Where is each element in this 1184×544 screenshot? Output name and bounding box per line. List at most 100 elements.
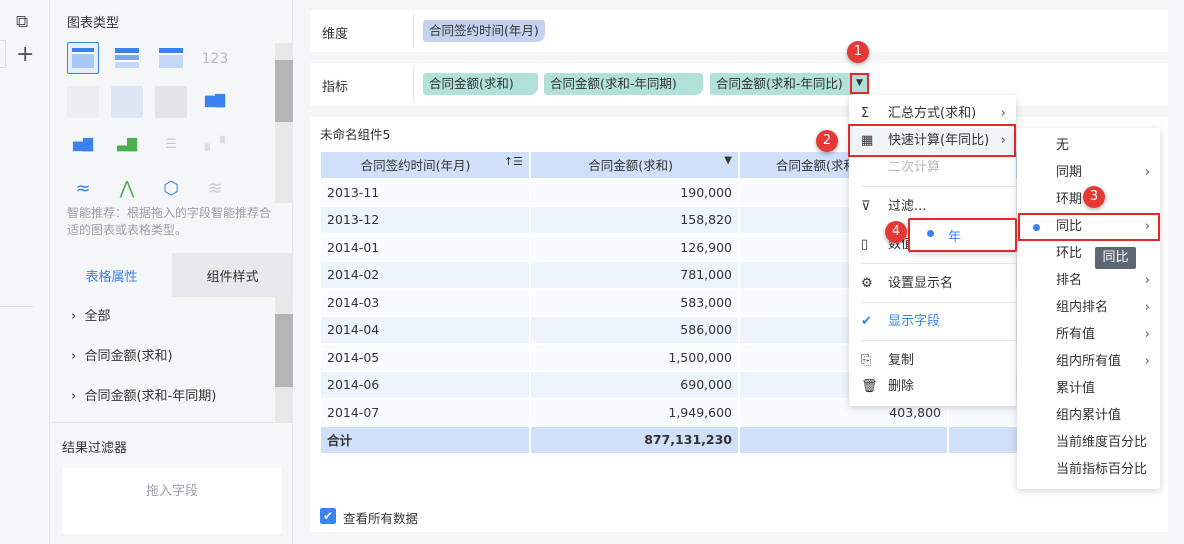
chevron-right-icon: › — [1144, 354, 1150, 369]
filter-drop-zone[interactable]: 拖入字段 — [62, 467, 282, 534]
menu-item-year[interactable]: 年 — [948, 226, 961, 245]
chevron-right-icon: › — [1144, 327, 1150, 342]
sort-icon[interactable]: ↑☰ — [504, 155, 523, 168]
submenu-item[interactable]: 排名 › — [1017, 268, 1160, 294]
submenu-item[interactable]: 无 — [1017, 133, 1160, 159]
submenu-label: 组内排名 — [1056, 300, 1109, 315]
submenu-item[interactable]: 环比 — [1017, 241, 1160, 267]
total-cell: 877,131,230 — [531, 427, 738, 453]
add-icon[interactable]: + — [16, 42, 34, 67]
total-cell: 合计 — [321, 427, 529, 453]
property-tabs: 表格属性 组件样式 — [51, 253, 293, 297]
submenu-item[interactable]: 组内所有值 › — [1017, 349, 1160, 375]
show-all-label: 查看所有数据 — [343, 511, 419, 526]
table-cell: 2014-03 — [321, 289, 529, 315]
grouped-bar-icon[interactable]: ▃▇ — [111, 130, 143, 162]
menu-copy[interactable]: ⎘ 复制 — [849, 348, 1016, 374]
submenu-label: 组内累计值 — [1056, 408, 1122, 423]
submenu-item[interactable]: 所有值 › — [1017, 322, 1160, 348]
tooltip: 同比 — [1095, 247, 1136, 269]
header-label: 合同签约时间(年月) — [360, 158, 471, 174]
submenu-item[interactable]: 当前指标百分比 — [1017, 457, 1160, 483]
dimension-pill[interactable]: 合同签约时间(年月) — [423, 20, 545, 42]
bar-rank-icon[interactable]: ☰ — [155, 130, 187, 162]
table-cell: 690,000 — [531, 372, 738, 398]
props-scrollbar[interactable] — [275, 297, 293, 422]
total-cell — [740, 427, 947, 453]
menu-label: 过滤... — [888, 199, 927, 214]
table-cell: 2013-11 — [321, 179, 529, 205]
pill-dropdown-button[interactable]: ▼ — [850, 73, 869, 94]
line-chart-icon[interactable]: ≈ — [67, 174, 99, 206]
selected-dot-icon — [927, 230, 934, 237]
table-cell: 126,900 — [531, 234, 738, 260]
detail-table-icon[interactable] — [155, 42, 187, 74]
step-icon[interactable]: ▖▝ — [199, 130, 231, 162]
trash-icon: 🗑 — [861, 379, 878, 394]
chevron-right-icon: › — [1144, 165, 1150, 180]
submenu-item[interactable]: 同期 › — [1017, 160, 1160, 186]
stacked-bar-icon[interactable]: ▅▇ — [67, 130, 99, 162]
submenu-label: 所有值 — [1056, 327, 1096, 342]
check-icon: ✔ — [861, 314, 872, 329]
radar-icon[interactable]: ⬡ — [155, 174, 187, 206]
prop-item-sum[interactable]: › 合同金额(求和) — [71, 345, 173, 364]
chart-type-title: 图表类型 — [67, 16, 120, 31]
metric-row: 指标 合同金额(求和) 合同金额(求和-年同期) 合同金额(求和-年同比) ▼ — [310, 63, 1168, 106]
dimension-label: 维度 — [322, 27, 349, 42]
header-date[interactable]: 合同签约时间(年月) ↑☰ — [321, 152, 529, 178]
show-all-checkbox[interactable]: ✔ — [320, 508, 336, 524]
multi-bar-icon[interactable]: ▆▇ — [199, 86, 231, 118]
table-cell: 2014-07 — [321, 399, 529, 425]
step-badge-2: 2 — [816, 130, 838, 152]
text-table-icon[interactable] — [67, 86, 99, 118]
step-badge-3: 3 — [1083, 186, 1105, 208]
menu-show-field[interactable]: ✔ 显示字段 — [849, 309, 1016, 335]
prop-label: 合同金额(求和-年同期) — [84, 389, 217, 404]
result-filter-title: 结果过滤器 — [62, 441, 128, 456]
menu-label: 显示字段 — [888, 314, 941, 329]
left-rail: ⧉ + — [0, 0, 50, 544]
header-sum[interactable]: 合同金额(求和) ▼ — [531, 152, 738, 178]
divider — [861, 263, 1016, 264]
year-submenu: 年 — [908, 218, 1017, 252]
submenu-item[interactable]: 累计值 — [1017, 376, 1160, 402]
metric-pill-yoy[interactable]: 合同金额(求和-年同比) — [710, 73, 859, 95]
prop-item-all[interactable]: › 全部 — [71, 305, 110, 324]
quick-calc-submenu: 无同期 › 环期 同比 › 环比 排名 › 组内排名 › 所有值 › 组内所有值 › 累计值 组内累计值 当前维… — [1017, 128, 1160, 489]
divider — [861, 302, 1016, 303]
menu-delete[interactable]: 🗑 删除 — [849, 374, 1016, 400]
table-cell: 583,000 — [531, 289, 738, 315]
metric-pill[interactable]: 合同金额(求和) — [423, 73, 538, 95]
crosstab-chart-icon[interactable] — [67, 42, 99, 74]
submenu-item[interactable]: 组内累计值 — [1017, 403, 1160, 429]
map-icon[interactable] — [155, 86, 187, 118]
prop-item-yoy-period[interactable]: › 合同金额(求和-年同期) — [71, 385, 216, 404]
divider — [861, 340, 1016, 341]
switch-icon[interactable]: ⧉ — [16, 12, 28, 32]
tab-component-style[interactable]: 组件样式 — [172, 253, 293, 297]
menu-filter[interactable]: ⊽ 过滤... — [849, 194, 1016, 220]
kpi-card-icon[interactable]: 123 — [199, 44, 231, 76]
submenu-item[interactable]: 当前维度百分比 — [1017, 430, 1160, 456]
submenu-label: 环期 — [1056, 192, 1083, 207]
combo-line-icon[interactable]: ⋀ — [111, 174, 143, 206]
table-cell: 2014-05 — [321, 344, 529, 370]
submenu-label: 累计值 — [1056, 381, 1096, 396]
menu-set-display-name[interactable]: ⚙ 设置显示名 — [849, 271, 1016, 297]
area-chart-icon[interactable]: ≋ — [199, 174, 231, 206]
status-table-icon[interactable] — [111, 86, 143, 118]
dropdown-icon[interactable]: ▼ — [724, 155, 732, 166]
divider — [413, 14, 414, 48]
table-cell: 158,820 — [531, 207, 738, 233]
gear-icon: ⚙ — [861, 276, 873, 291]
group-table-icon[interactable] — [111, 42, 143, 74]
submenu-label: 同期 — [1056, 165, 1083, 180]
chart-type-scrollbar[interactable] — [275, 43, 293, 203]
divider — [0, 306, 33, 307]
metric-pill[interactable]: 合同金额(求和-年同期) — [544, 73, 703, 95]
tab-table-properties[interactable]: 表格属性 — [51, 253, 172, 297]
chevron-right-icon: › — [71, 309, 85, 324]
step-badge-1: 1 — [847, 41, 869, 63]
submenu-item[interactable]: 组内排名 › — [1017, 295, 1160, 321]
